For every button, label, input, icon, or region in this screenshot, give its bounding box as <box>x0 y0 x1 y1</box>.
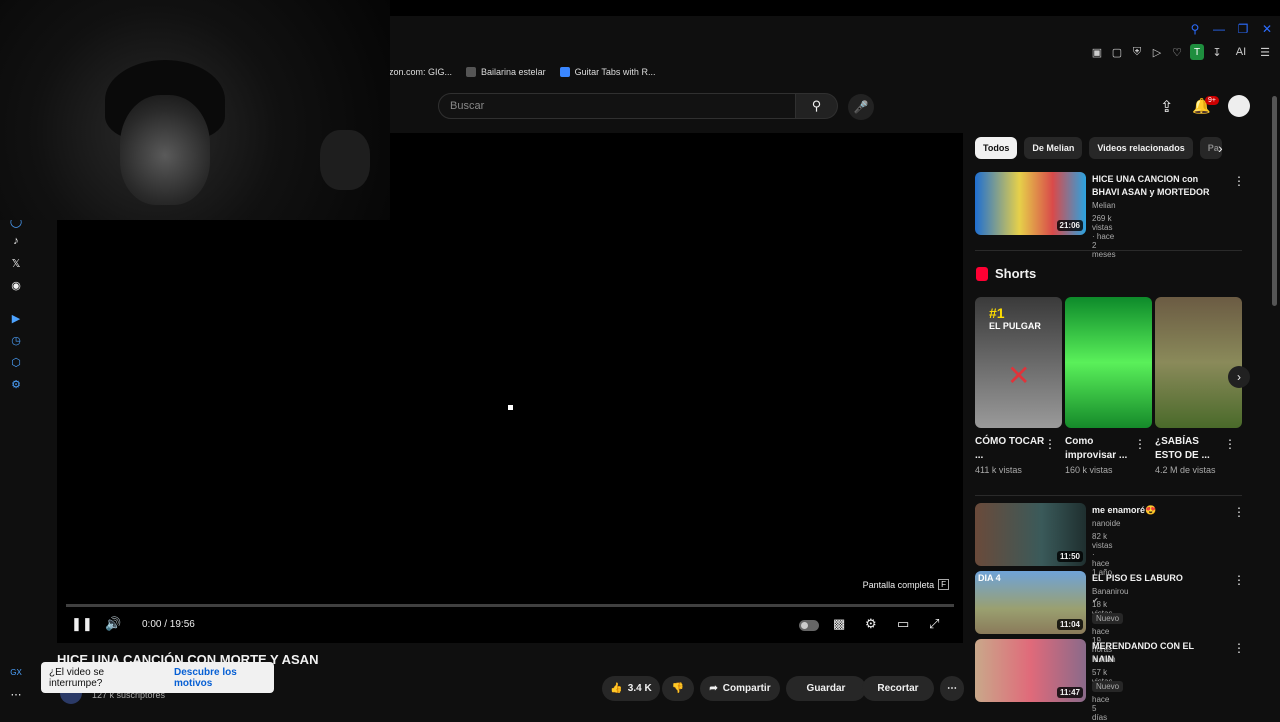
chevron-right-icon: › <box>1237 370 1241 384</box>
scrollbar[interactable] <box>1272 96 1277 306</box>
chip-related[interactable]: Videos relacionados <box>1089 137 1193 159</box>
share-icon: ➦ <box>709 683 718 694</box>
short-item[interactable]: ¿SABÍAS ESTO DE ... 4.2 M de vistas ⋮ <box>1155 297 1242 475</box>
theater-mode-icon[interactable]: ▭ <box>897 616 909 632</box>
more-icon[interactable]: ⋮ <box>1233 573 1245 587</box>
search-icon[interactable]: ⚲ <box>1188 22 1202 36</box>
notification-badge: 9+ <box>1205 96 1219 105</box>
webcam-overlay <box>0 0 390 220</box>
divider <box>975 250 1242 251</box>
fullscreen-icon[interactable]: ⤢ <box>929 616 939 632</box>
webcam-headphone <box>320 130 370 190</box>
search-button[interactable]: ⚲ <box>796 93 838 119</box>
bookmarks-bar: azon.com: GIG... Bailarina estelar Guita… <box>384 67 655 77</box>
bookmark-item[interactable]: azon.com: GIG... <box>384 67 452 77</box>
pause-icon[interactable]: ❚❚ <box>71 616 93 632</box>
more-icon: ⋯ <box>947 683 957 694</box>
ai-button[interactable]: AI <box>1230 44 1252 60</box>
chip-from-channel[interactable]: De Melian <box>1024 137 1083 159</box>
settings-icon[interactable]: ⚙ <box>9 377 23 391</box>
clip-button[interactable]: Recortar <box>862 676 934 701</box>
search-input[interactable]: Buscar <box>438 93 796 119</box>
short-item[interactable]: #1 EL PULGAR ✕ CÓMO TOCAR ... 411 k vist… <box>975 297 1062 475</box>
menu-icon[interactable]: ☰ <box>1258 44 1272 60</box>
shield-icon[interactable]: ⛨ <box>1130 44 1144 60</box>
video-thumbnail[interactable]: 21:06 <box>975 172 1086 235</box>
download-icon[interactable]: ↧ <box>1210 44 1224 60</box>
thumbs-down-icon: 👎 <box>671 683 685 694</box>
volume-icon[interactable]: 🔊 <box>105 616 121 632</box>
close-icon[interactable]: ✕ <box>1260 22 1274 36</box>
more-icon[interactable]: ⋮ <box>1233 641 1245 655</box>
more-icon[interactable]: ⋯ <box>9 687 23 701</box>
webcam-person-face <box>120 95 210 205</box>
new-badge: Nuevo <box>1092 613 1124 624</box>
bookmark-item[interactable]: Bailarina estelar <box>466 67 546 77</box>
video-thumbnail[interactable]: DIA 4 11:04 <box>975 571 1086 634</box>
heart-icon[interactable]: ♡ <box>1170 44 1184 60</box>
short-thumbnail[interactable]: #1 EL PULGAR ✕ <box>975 297 1062 428</box>
discord-icon[interactable]: ◉ <box>9 278 23 292</box>
player-controls: ❚❚ 🔊 0:00 / 19:56 ▩ ⚙ ▭ ⤢ <box>57 611 963 639</box>
fullscreen-tooltip: Pantalla completa F <box>863 579 949 590</box>
share-button[interactable]: ➦ Compartir <box>700 676 780 701</box>
new-badge: Nuevo <box>1092 681 1124 692</box>
voice-search-button[interactable]: 🎤 <box>848 94 874 120</box>
subtitles-icon[interactable]: ▩ <box>833 616 845 632</box>
video-thumbnail[interactable]: 11:47 <box>975 639 1086 702</box>
more-icon[interactable]: ⋮ <box>1134 437 1146 451</box>
window-controls: ⚲ — ❐ ✕ <box>1188 22 1274 36</box>
chevron-right-icon[interactable]: › <box>1218 140 1223 156</box>
dislike-button[interactable]: 👎 <box>662 676 694 701</box>
more-icon[interactable]: ⋮ <box>1224 437 1236 451</box>
autoplay-toggle[interactable] <box>799 620 819 631</box>
time-display: 0:00 / 19:56 <box>142 619 195 630</box>
restore-icon[interactable]: ❐ <box>1236 22 1250 36</box>
short-item[interactable]: Como improvisar ... 160 k vistas ⋮ <box>1065 297 1152 475</box>
short-thumbnail[interactable] <box>1065 297 1152 428</box>
discover-reasons-link[interactable]: Descubre los motivos <box>174 667 274 689</box>
thumbs-up-icon: 👍 <box>610 683 623 694</box>
bookmark-icon[interactable]: ▣ <box>1090 44 1104 60</box>
shorts-heading: Shorts <box>976 266 1036 281</box>
bookmark-item[interactable]: Guitar Tabs with R... <box>559 67 655 77</box>
progress-bar[interactable] <box>66 604 954 607</box>
mic-icon: 🎤 <box>853 100 869 114</box>
save-button[interactable]: Guardar <box>786 676 866 701</box>
gear-icon[interactable]: ⚙ <box>865 616 877 632</box>
browser-sidebar: ◯ ♪ 𝕏 ◉ ▶ ◷ ⬡ ⚙ GX ⋯ <box>0 200 32 720</box>
notion-icon <box>466 67 477 77</box>
filter-chips: Todos De Melian Videos relacionados Pa <box>975 137 1222 159</box>
more-icon[interactable]: ⋮ <box>1044 437 1056 451</box>
video-thumbnail[interactable]: 11:50 <box>975 503 1086 566</box>
chip-all[interactable]: Todos <box>975 137 1018 159</box>
avatar[interactable] <box>1228 95 1250 117</box>
like-button[interactable]: 👍 3.4 K <box>602 676 660 701</box>
play-icon[interactable]: ▷ <box>1150 44 1164 60</box>
x-icon[interactable]: 𝕏 <box>9 256 23 270</box>
more-actions-button[interactable]: ⋯ <box>940 676 964 701</box>
more-icon[interactable]: ⋮ <box>1233 174 1245 188</box>
extensions-bar: ▣ ▢ ⛨ ▷ ♡ T ↧ AI ☰ <box>1090 44 1272 60</box>
loading-indicator <box>508 405 513 410</box>
gx-label: GX <box>10 667 22 677</box>
upload-icon[interactable]: ⇪ <box>1160 97 1173 117</box>
shorts-next-button[interactable]: › <box>1228 366 1250 388</box>
x-mark-icon: ✕ <box>1007 360 1031 391</box>
playback-issue-toast: ¿El video se interrumpe? Descubre los mo… <box>41 662 274 693</box>
short-thumbnail[interactable] <box>1155 297 1242 428</box>
shorts-icon <box>976 266 988 281</box>
history-icon[interactable]: ◷ <box>9 333 23 347</box>
extensions-icon[interactable]: ⬡ <box>9 355 23 369</box>
profile-badge[interactable]: T <box>1190 44 1204 60</box>
minimize-icon[interactable]: — <box>1212 22 1226 36</box>
search-icon: ⚲ <box>811 98 822 113</box>
more-icon[interactable]: ⋮ <box>1233 505 1245 519</box>
youtube-header: Buscar ⚲ 🎤 ⇪ 🔔 9+ <box>390 86 1280 128</box>
snapshot-icon[interactable]: ▢ <box>1110 44 1124 60</box>
player-icon[interactable]: ▶ <box>9 311 23 325</box>
page-icon <box>559 67 570 77</box>
divider <box>975 495 1242 496</box>
tiktok-icon[interactable]: ♪ <box>9 234 23 248</box>
